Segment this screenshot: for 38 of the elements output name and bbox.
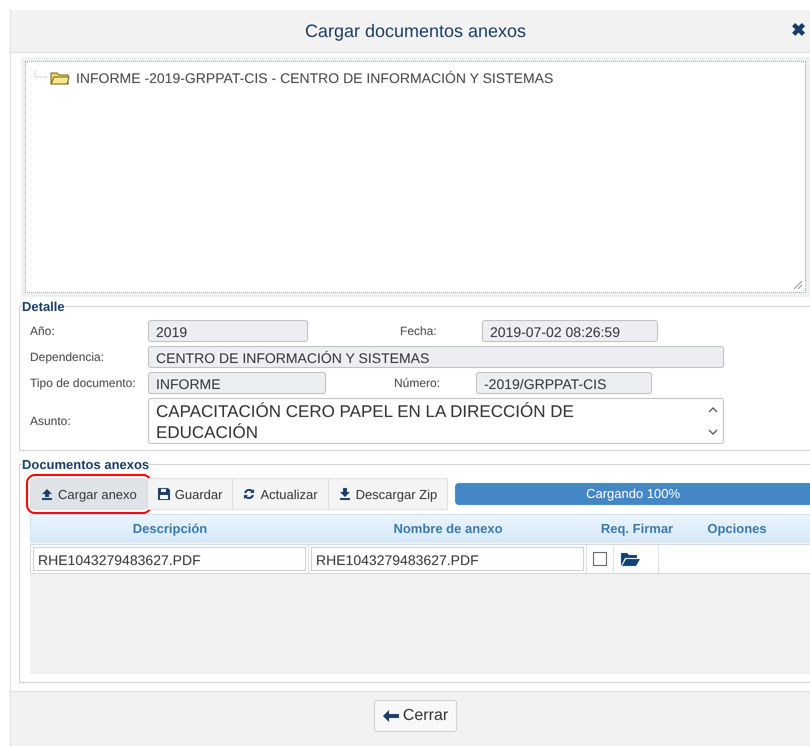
field-label: Fecha: bbox=[400, 324, 438, 338]
column-header: Descripción bbox=[132, 520, 208, 536]
number-field[interactable]: -2019/GRPPAT-CIS bbox=[476, 372, 652, 394]
column-header: Nombre de anexo bbox=[392, 520, 504, 536]
upload-icon bbox=[41, 488, 53, 500]
field-label: Año: bbox=[30, 324, 56, 338]
scrollbar-icon bbox=[707, 404, 719, 438]
folder-icon bbox=[620, 552, 640, 566]
section-legend: Documentos anexos bbox=[22, 457, 150, 472]
tree-item[interactable]: INFORME -2019-GRPPAT-CIS - CENTRO DE INFORMACIÓN Y SISTEMAS bbox=[76, 70, 554, 86]
year-field[interactable]: 2019 bbox=[148, 320, 308, 342]
checkbox[interactable] bbox=[593, 552, 607, 566]
attachment-name-field[interactable]: RHE1043279483627.PDF bbox=[311, 547, 584, 571]
progress-label: Cargando 100% bbox=[585, 485, 682, 503]
toolbar-button[interactable]: Actualizar bbox=[232, 478, 329, 510]
column-header: Opciones bbox=[706, 520, 768, 536]
folder-icon bbox=[50, 71, 70, 85]
field-label: Número: bbox=[394, 376, 442, 390]
column-header: Req. Firmar bbox=[600, 520, 674, 536]
download-icon bbox=[338, 488, 351, 500]
tree-line-icon bbox=[34, 70, 48, 80]
description-field[interactable]: RHE1043279483627.PDF bbox=[33, 547, 306, 571]
close-button[interactable]: ✖ bbox=[791, 20, 806, 40]
arrow-left-icon bbox=[382, 710, 399, 722]
field-label: Asunto: bbox=[30, 414, 72, 428]
refresh-icon bbox=[243, 488, 256, 500]
subject-field[interactable]: CAPACITACIÓN CERO PAPEL EN LA DIRECCIÓN DE EDUCACIÓN bbox=[148, 398, 724, 444]
close-dialog-button[interactable]: Cerrar bbox=[374, 700, 458, 732]
toolbar-button[interactable]: Descargar Zip bbox=[328, 478, 448, 510]
resize-grip-icon bbox=[793, 280, 803, 290]
toolbar-button[interactable]: Guardar bbox=[146, 478, 234, 510]
field-label: Dependencia: bbox=[30, 350, 106, 364]
field-label: Tipo de documento: bbox=[30, 376, 137, 390]
dependency-field[interactable]: CENTRO DE INFORMACIÓN Y SISTEMAS bbox=[148, 346, 724, 368]
date-field[interactable]: 2019-07-02 08:26:59 bbox=[482, 320, 658, 342]
document-type-field[interactable]: INFORME bbox=[148, 372, 326, 394]
section-legend: Detalle bbox=[22, 299, 65, 314]
window-title: Cargar documentos anexos bbox=[304, 20, 526, 42]
